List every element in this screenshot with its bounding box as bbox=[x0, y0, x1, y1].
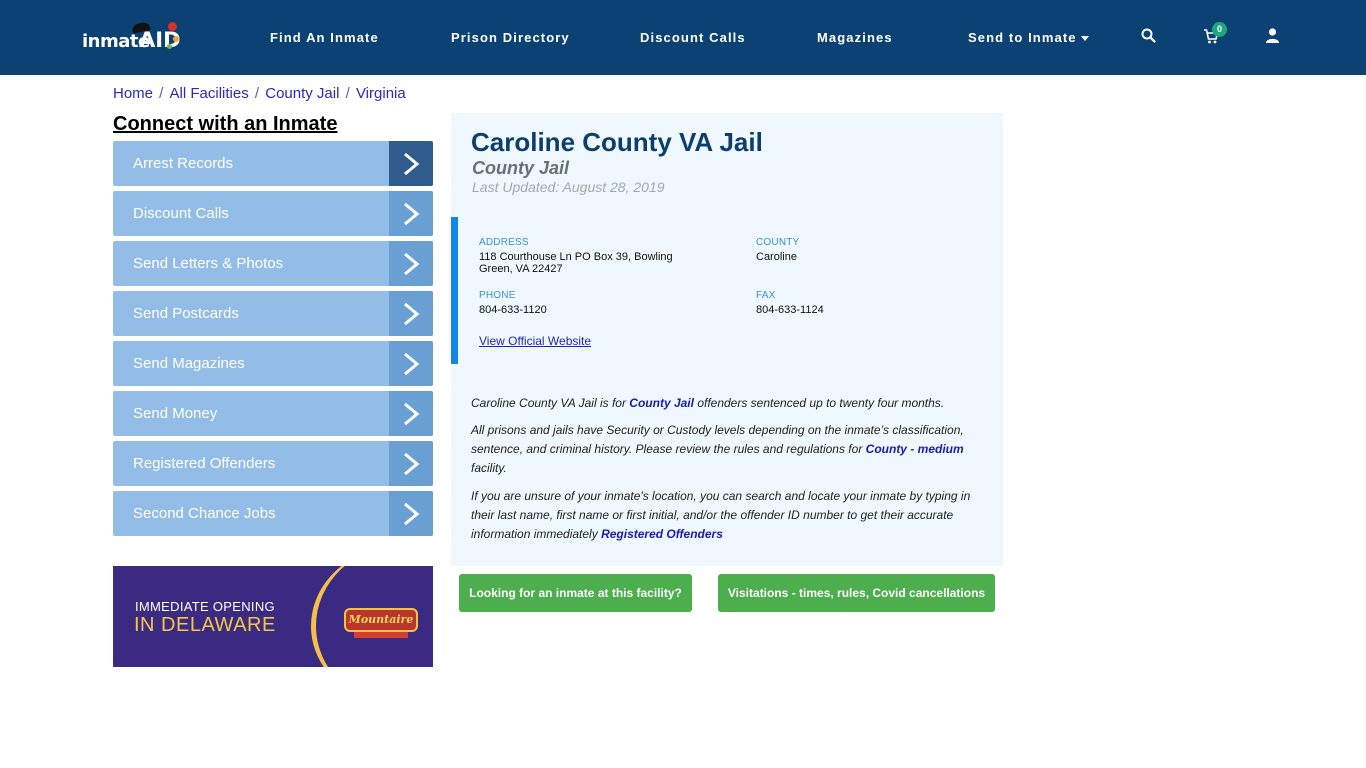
sidebar-title: Connect with an Inmate bbox=[113, 113, 338, 135]
county-jail-link[interactable]: County Jail bbox=[629, 396, 694, 410]
description-text: offenders sentenced up to twenty four mo… bbox=[693, 396, 945, 410]
description-text: facility. bbox=[471, 461, 507, 475]
ad-brand-logo: Mountaire bbox=[344, 608, 418, 632]
sidebar-item-send-postcards[interactable]: Send Postcards bbox=[113, 291, 433, 336]
logo-decoration-icon bbox=[168, 22, 177, 31]
sidebar-item-label: Send Money bbox=[133, 405, 218, 422]
inmateaid-logo[interactable]: inmate AID bbox=[82, 21, 182, 54]
sidebar-item-label: Arrest Records bbox=[133, 155, 234, 172]
breadcrumb: Home / All Facilities / County Jail / Vi… bbox=[113, 85, 406, 102]
fax-label: FAX bbox=[756, 290, 776, 301]
nav-send-to-inmate-label: Send to Inmate bbox=[968, 30, 1077, 45]
logo-decoration-icon bbox=[173, 36, 179, 42]
chevron-right-icon bbox=[389, 391, 433, 436]
phone-value: 804-633-1120 bbox=[479, 304, 547, 316]
chevron-right-icon bbox=[389, 441, 433, 486]
chevron-right-icon bbox=[389, 191, 433, 236]
county-label: COUNTY bbox=[756, 237, 800, 248]
facility-type: County Jail bbox=[472, 158, 570, 178]
nav-discount-calls[interactable]: Discount Calls bbox=[640, 30, 746, 45]
cart-count-badge: 0 bbox=[1212, 22, 1227, 37]
find-inmate-at-facility-button[interactable]: Looking for an inmate at this facility? bbox=[459, 574, 692, 612]
sidebar-item-send-money[interactable]: Send Money bbox=[113, 391, 433, 436]
user-icon[interactable] bbox=[1266, 28, 1279, 48]
description-paragraph: If you are unsure of your inmate's locat… bbox=[471, 487, 981, 544]
nav-magazines[interactable]: Magazines bbox=[817, 30, 893, 45]
facility-name: Caroline County VA Jail bbox=[471, 127, 763, 157]
county-medium-link[interactable]: County - medium bbox=[866, 442, 964, 456]
nav-prison-directory[interactable]: Prison Directory bbox=[451, 30, 570, 45]
sidebar-item-arrest-records[interactable]: Arrest Records bbox=[113, 141, 433, 186]
breadcrumb-county-jail[interactable]: County Jail bbox=[265, 85, 339, 102]
chevron-right-icon bbox=[389, 241, 433, 286]
ad-subheadline: IN DELAWARE bbox=[134, 614, 276, 636]
chevron-right-icon bbox=[389, 291, 433, 336]
sidebar-item-label: Send Letters & Photos bbox=[133, 255, 284, 272]
chevron-right-icon bbox=[389, 341, 433, 386]
logo-decoration-icon bbox=[167, 44, 172, 49]
breadcrumb-all-facilities[interactable]: All Facilities bbox=[170, 85, 249, 102]
sidebar-menu: Arrest Records Discount Calls Send Lette… bbox=[113, 141, 433, 541]
nav-find-an-inmate[interactable]: Find An Inmate bbox=[270, 30, 379, 45]
sidebar-item-label: Send Magazines bbox=[133, 355, 245, 372]
nav-send-to-inmate[interactable]: Send to Inmate bbox=[968, 30, 1089, 45]
sidebar-item-label: Registered Offenders bbox=[133, 455, 276, 472]
breadcrumb-separator: / bbox=[341, 85, 354, 102]
sidebar-item-label: Send Postcards bbox=[133, 305, 239, 322]
chevron-right-icon bbox=[389, 491, 433, 536]
fax-value: 804-633-1124 bbox=[756, 304, 824, 316]
breadcrumb-home[interactable]: Home bbox=[113, 85, 153, 102]
caret-down-icon bbox=[1080, 36, 1089, 42]
sidebar-item-discount-calls[interactable]: Discount Calls bbox=[113, 191, 433, 236]
chevron-right-icon bbox=[389, 141, 433, 186]
phone-label: PHONE bbox=[479, 290, 516, 301]
sidebar-item-registered-offenders[interactable]: Registered Offenders bbox=[113, 441, 433, 486]
description-text: Caroline County VA Jail is for bbox=[471, 396, 630, 410]
top-navbar: inmate AID Find An Inmate Prison Directo… bbox=[0, 0, 1366, 75]
breadcrumb-separator: / bbox=[155, 85, 168, 102]
description-paragraph: All prisons and jails have Security or C… bbox=[471, 421, 981, 478]
visitations-button[interactable]: Visitations - times, rules, Covid cancel… bbox=[718, 574, 995, 612]
breadcrumb-virginia[interactable]: Virginia bbox=[356, 85, 406, 102]
ad-headline: IMMEDIATE OPENING bbox=[135, 599, 275, 614]
facility-panel: Caroline County VA Jail County Jail Last… bbox=[451, 113, 1003, 566]
ad-brand-ribbon bbox=[354, 632, 408, 638]
search-icon[interactable] bbox=[1141, 28, 1156, 48]
sidebar-item-label: Second Chance Jobs bbox=[133, 505, 276, 522]
description-paragraph: Caroline County VA Jail is for County Ja… bbox=[471, 394, 981, 413]
info-accent-bar bbox=[451, 217, 458, 364]
sidebar-item-send-letters-photos[interactable]: Send Letters & Photos bbox=[113, 241, 433, 286]
address-line1: 118 Courthouse Ln PO Box 39, Bowling bbox=[479, 251, 673, 263]
sidebar-item-label: Discount Calls bbox=[133, 205, 229, 222]
ad-banner[interactable]: IMMEDIATE OPENING IN DELAWARE Mountaire bbox=[113, 566, 433, 667]
last-updated: Last Updated: August 28, 2019 bbox=[472, 179, 665, 195]
official-website-link[interactable]: View Official Website bbox=[479, 334, 591, 348]
sidebar-item-send-magazines[interactable]: Send Magazines bbox=[113, 341, 433, 386]
sidebar-item-second-chance-jobs[interactable]: Second Chance Jobs bbox=[113, 491, 433, 536]
address-label: ADDRESS bbox=[479, 237, 529, 248]
breadcrumb-separator: / bbox=[250, 85, 264, 102]
county-value: Caroline bbox=[756, 251, 797, 263]
registered-offenders-link[interactable]: Registered Offenders bbox=[601, 527, 723, 541]
address-line2: Green, VA 22427 bbox=[479, 263, 563, 275]
